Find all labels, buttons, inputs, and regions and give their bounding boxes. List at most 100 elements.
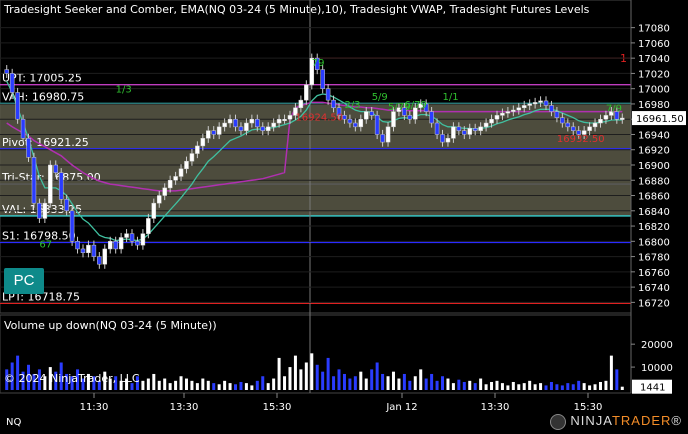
- volume-bar: [468, 380, 472, 390]
- volume-bar: [528, 380, 532, 390]
- volume-bar: [571, 384, 575, 390]
- candle-up: [184, 160, 189, 170]
- candle-down: [456, 126, 462, 131]
- candle-up: [222, 122, 227, 128]
- candle-up: [151, 202, 157, 219]
- candle-up: [167, 180, 173, 189]
- volume-bar: [359, 371, 363, 390]
- candle-down: [462, 130, 467, 135]
- volume-bar: [391, 371, 395, 390]
- target-marker-label: 1: [620, 52, 627, 65]
- seeker-marker: 1/1: [443, 92, 459, 103]
- volume-bar: [413, 376, 417, 390]
- brand-suffix: TRADER: [611, 413, 672, 429]
- volume-bar: [549, 381, 553, 390]
- candle-down: [407, 115, 413, 120]
- candle-down: [91, 244, 97, 257]
- candle-up: [118, 237, 124, 250]
- candle-down: [434, 122, 440, 135]
- volume-bar: [223, 380, 227, 390]
- price-tick-label: 16820: [638, 222, 670, 233]
- candle-up: [500, 112, 505, 116]
- volume-bar: [272, 378, 276, 390]
- candle-up: [146, 218, 151, 234]
- candle-up: [304, 84, 309, 101]
- volume-bar: [239, 381, 243, 390]
- price-tick-label: 17040: [638, 54, 670, 65]
- candle-up: [538, 100, 543, 103]
- candle-down: [369, 111, 374, 116]
- volume-bar: [315, 364, 319, 390]
- pc-button[interactable]: PC: [4, 268, 44, 294]
- volume-bar: [424, 378, 428, 390]
- volume-bar: [266, 383, 270, 390]
- volume-bar: [250, 385, 254, 390]
- candle-up: [249, 118, 255, 124]
- volume-bar: [179, 376, 183, 390]
- price-tick-label: 16800: [638, 237, 670, 248]
- volume-bar: [152, 373, 156, 390]
- copyright-text: © 2024 NinjaTrader, LLC: [4, 372, 140, 385]
- chart-title: Tradesight Seeker and Comber, EMA(NQ 03-…: [3, 3, 590, 16]
- price-tick-label: 16940: [638, 130, 670, 141]
- candle-up: [265, 126, 271, 131]
- candle-up: [532, 102, 538, 105]
- instrument-label: NQ: [6, 417, 22, 428]
- volume-bar: [495, 380, 499, 390]
- candle-up: [505, 111, 511, 114]
- volume-bar: [598, 381, 602, 390]
- volume-bar: [310, 353, 314, 390]
- candle-down: [472, 128, 478, 131]
- candle-up: [385, 126, 391, 143]
- seeker-marker: 67: [39, 239, 52, 250]
- volume-bar: [435, 380, 439, 390]
- candle-down: [320, 69, 325, 89]
- volume-bar: [473, 383, 477, 390]
- candle-down: [97, 256, 102, 265]
- candle-up: [298, 99, 304, 109]
- seeker-marker: 6/79: [404, 100, 426, 111]
- candle-down: [15, 92, 20, 120]
- volume-bar: [555, 384, 559, 390]
- volume-bar: [244, 383, 248, 390]
- candle-up: [276, 118, 282, 124]
- seeker-marker: 2/3: [344, 100, 360, 111]
- candle-up: [391, 111, 396, 128]
- candle-up: [173, 176, 178, 181]
- candle-down: [4, 69, 9, 74]
- candle-up: [364, 111, 369, 120]
- price-tick-label: 16740: [638, 283, 670, 294]
- price-tick-label: 16980: [638, 100, 670, 111]
- candle-down: [37, 202, 42, 219]
- volume-bar: [386, 376, 390, 390]
- volume-bar: [522, 383, 526, 390]
- volume-bar: [381, 373, 385, 390]
- volume-bar: [533, 384, 537, 390]
- volume-bar: [577, 380, 581, 390]
- candle-up: [287, 115, 293, 120]
- volume-bar: [490, 381, 494, 390]
- brand-reg: ®: [671, 413, 682, 429]
- candle-down: [31, 157, 37, 204]
- volume-bar: [408, 380, 412, 390]
- comber-marker: 16924.50: [295, 113, 343, 124]
- candle-up: [598, 118, 603, 124]
- candle-down: [238, 126, 244, 131]
- candle-down: [331, 99, 336, 109]
- candle-up: [124, 233, 129, 238]
- candle-down: [69, 210, 75, 242]
- volume-bar: [484, 384, 488, 390]
- volume-bar: [430, 373, 434, 390]
- volume-bar: [342, 373, 346, 390]
- candle-down: [113, 241, 118, 250]
- volume-bar: [168, 383, 172, 390]
- volume-bar: [261, 376, 265, 390]
- volume-bar: [277, 357, 281, 390]
- candle-down: [565, 122, 571, 128]
- price-tick-label: 16840: [638, 207, 670, 218]
- volume-bar: [419, 369, 423, 390]
- volume-bar: [544, 385, 548, 390]
- candle-up: [445, 138, 451, 143]
- volume-bar: [479, 378, 483, 390]
- candle-down: [543, 100, 549, 106]
